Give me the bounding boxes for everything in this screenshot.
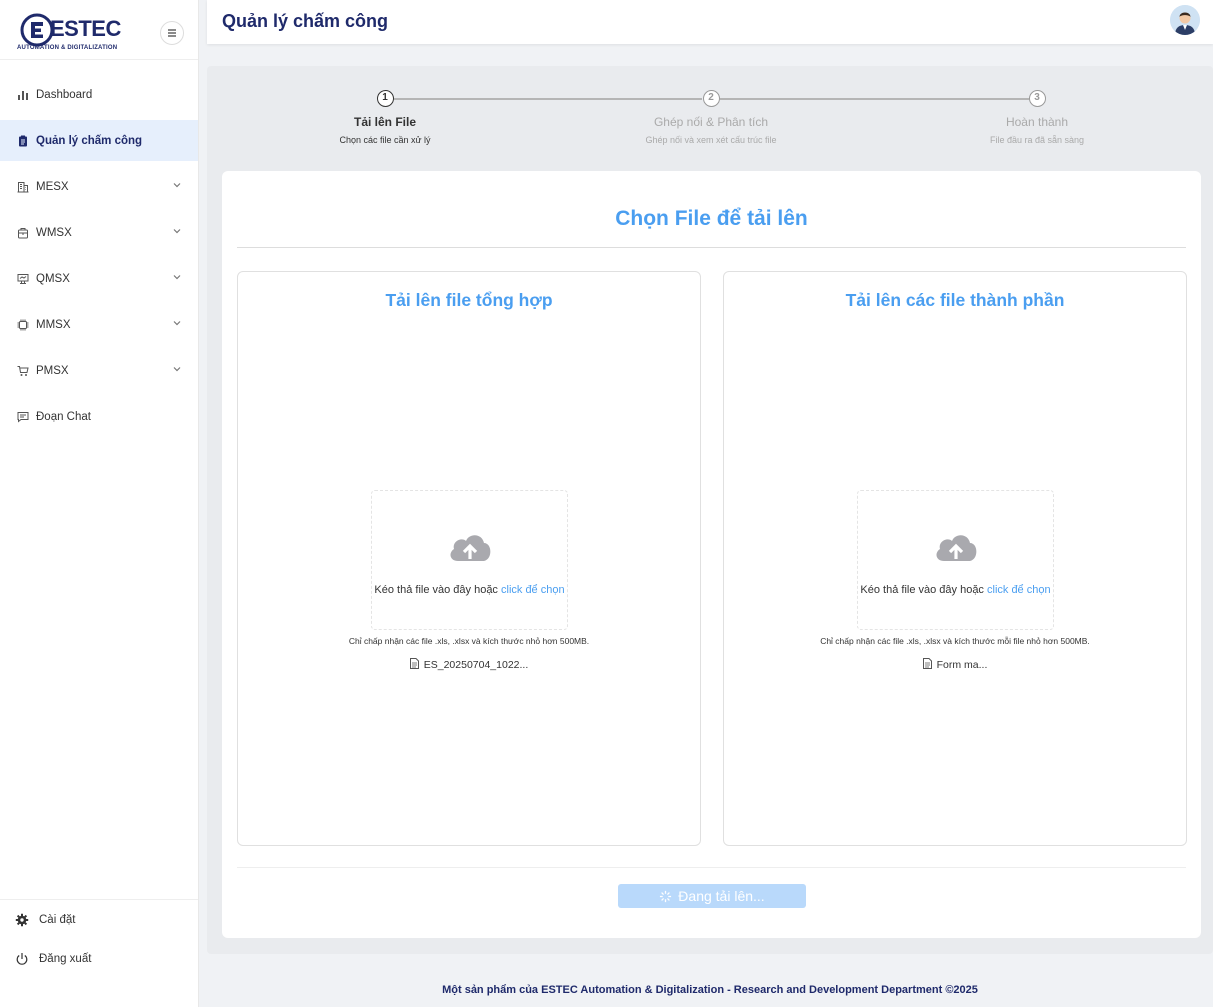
sidebar-item-mesx[interactable]: MESX (0, 166, 198, 207)
step-upload: 1 Tải lên File Chọn các file cần xử lý (285, 90, 485, 145)
sidebar-item-pmsx[interactable]: PMSX (0, 350, 198, 391)
chevron-down-icon (173, 183, 181, 188)
sidebar-item-qmsx[interactable]: QMSX (0, 258, 198, 299)
menu-toggle-button[interactable] (160, 21, 184, 45)
step-title: Tải lên File (353, 115, 416, 129)
panel-title: Tải lên các file thành phần (845, 290, 1065, 310)
cloud-upload-icon (936, 535, 977, 561)
accept-note: Chỉ chấp nhận các file .xls, .xlsx và kí… (348, 636, 590, 646)
estec-logo-icon (20, 13, 54, 47)
file-name: Form ma... (936, 659, 988, 671)
sidebar-item-label: Dashboard (36, 88, 93, 101)
sidebar-item-label: MESX (36, 180, 69, 193)
upload-card: Chọn File để tải lên Tải lên file tổng h… (222, 171, 1201, 938)
footer-text: Một sản phẩm của ESTEC Automation & Digi… (442, 984, 978, 996)
settings-label: Cài đặt (39, 913, 76, 926)
chevron-down-icon (173, 321, 181, 326)
uploaded-file-item[interactable]: ES_20250704_1022... (238, 658, 700, 671)
drop-text: Kéo thả file vào đây hoặc (374, 584, 498, 596)
chat-icon (17, 411, 29, 423)
file-icon (922, 658, 932, 669)
drop-text: Kéo thả file vào đây hoặc (860, 584, 984, 596)
upload-card-title: Chọn File để tải lên (615, 207, 808, 230)
brand-tagline: AUTOMATION & DIGITALIZATION (17, 45, 118, 51)
step-title: Ghép nối & Phân tích (653, 115, 769, 129)
logout-button[interactable]: Đăng xuất (0, 939, 198, 978)
file-icon (409, 658, 419, 669)
chip-icon (17, 319, 29, 331)
bar-chart-icon (17, 89, 29, 101)
step-number: 2 (702, 90, 720, 107)
sidebar-nav: Dashboard Quản lý chấm công MESX WMSX QM… (0, 74, 198, 442)
step-title: Hoàn thành (1005, 115, 1069, 129)
sidebar-item-label: QMSX (36, 272, 70, 285)
page-title: Quản lý chấm công (222, 11, 389, 31)
sidebar-bottom: Cài đặt Đăng xuất (0, 899, 198, 978)
drop-instruction: Kéo thả file vào đây hoặc click để chọn (858, 584, 1053, 596)
settings-button[interactable]: Cài đặt (0, 900, 198, 939)
clipboard-icon (17, 135, 29, 147)
uploaded-file-item[interactable]: Form ma... (724, 658, 1186, 671)
sidebar-item-label: PMSX (36, 364, 69, 377)
menu-icon (168, 29, 176, 37)
sidebar-item-quan-ly-cham-cong[interactable]: Quản lý chấm công (0, 120, 198, 161)
logo-area: ESTEC AUTOMATION & DIGITALIZATION (0, 0, 198, 60)
cloud-upload-icon (450, 535, 491, 561)
accept-note: Chỉ chấp nhận các file .xls, .xlsx và kí… (820, 636, 1090, 646)
summary-file-dropzone[interactable]: Kéo thả file vào đây hoặc click để chọn (371, 490, 568, 630)
summary-file-panel: Tải lên file tổng hợp Kéo thả file vào đ… (237, 271, 701, 846)
click-to-select-link[interactable]: click để chọn (987, 584, 1051, 596)
step-complete: 3 Hoàn thành File đầu ra đã sẵn sàng (937, 90, 1137, 145)
avatar[interactable] (1170, 5, 1200, 35)
chevron-down-icon (173, 229, 181, 234)
chevron-down-icon (173, 275, 181, 280)
chevron-down-icon (173, 367, 181, 372)
sidebar-item-doan-chat[interactable]: Đoạn Chat (0, 396, 198, 437)
brand-name: ESTEC (50, 16, 121, 41)
sidebar-item-label: Đoạn Chat (36, 410, 91, 423)
sidebar-item-dashboard[interactable]: Dashboard (0, 74, 198, 115)
step-description: Chọn các file cần xử lý (339, 135, 431, 145)
loading-spinner-icon (660, 890, 672, 903)
step-description: Ghép nối và xem xét cấu trúc file (645, 135, 777, 145)
drop-instruction: Kéo thả file vào đây hoặc click để chọn (372, 584, 567, 596)
step-merge-analyze: 2 Ghép nối & Phân tích Ghép nối và xem x… (611, 90, 811, 145)
building-icon (17, 181, 29, 193)
step-number: 3 (1028, 90, 1046, 107)
component-files-dropzone[interactable]: Kéo thả file vào đây hoặc click để chọn (857, 490, 1054, 630)
sidebar: ESTEC AUTOMATION & DIGITALIZATION Dashbo… (0, 0, 199, 1007)
step-description: File đầu ra đã sẵn sàng (989, 135, 1085, 145)
stepper: 1 Tải lên File Chọn các file cần xử lý 2… (207, 66, 1213, 166)
gear-icon (15, 913, 29, 927)
top-header: Quản lý chấm công (207, 0, 1213, 44)
file-name: ES_20250704_1022... (423, 659, 529, 671)
package-icon (17, 227, 29, 239)
upload-button-label: Đang tải lên... (678, 888, 765, 904)
step-number: 1 (376, 90, 394, 107)
logout-label: Đăng xuất (39, 952, 92, 965)
main-content: 1 Tải lên File Chọn các file cần xử lý 2… (207, 66, 1213, 954)
sidebar-item-label: Quản lý chấm công (36, 134, 143, 147)
sidebar-item-wmsx[interactable]: WMSX (0, 212, 198, 253)
sidebar-item-label: MMSX (36, 318, 71, 331)
divider (237, 867, 1186, 868)
panel-title: Tải lên file tổng hợp (385, 290, 553, 310)
divider (237, 247, 1186, 248)
sidebar-item-mmsx[interactable]: MMSX (0, 304, 198, 345)
upload-button[interactable]: Đang tải lên... (618, 884, 806, 908)
click-to-select-link[interactable]: click để chọn (501, 584, 565, 596)
sidebar-item-label: WMSX (36, 226, 72, 239)
monitor-icon (17, 273, 29, 285)
power-icon (15, 952, 29, 966)
user-avatar-icon (1170, 5, 1200, 35)
component-files-panel: Tải lên các file thành phần Kéo thả file… (723, 271, 1187, 846)
cart-icon (17, 365, 29, 377)
